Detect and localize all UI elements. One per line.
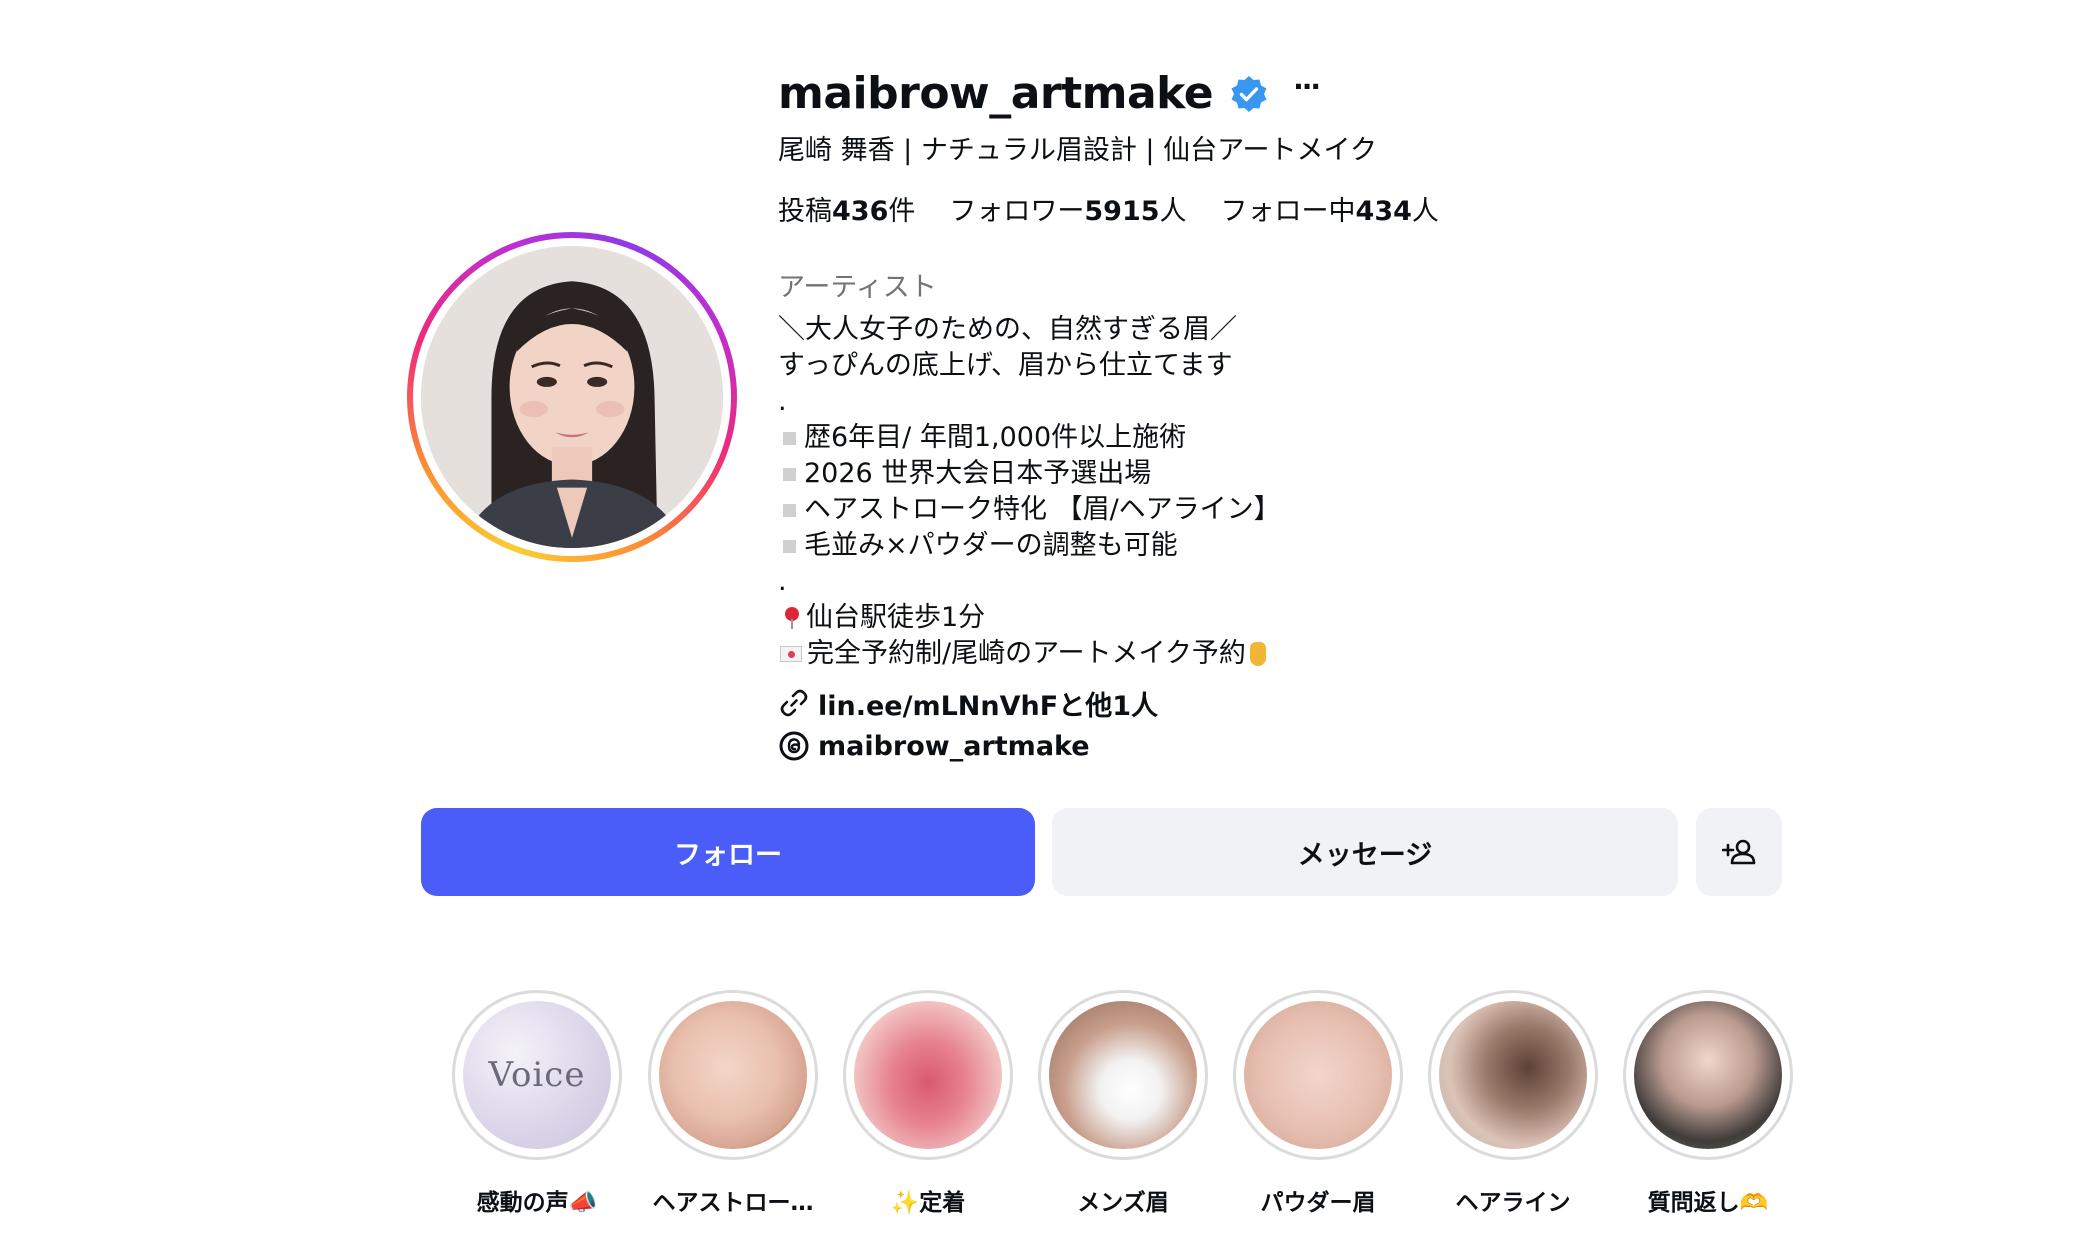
profile-avatar[interactable]: [407, 232, 737, 562]
highlight-cover: Voice: [463, 1001, 611, 1149]
highlight-ring: [1428, 990, 1598, 1160]
highlight-ring: Voice: [452, 990, 622, 1160]
square-bullet-icon: [783, 539, 796, 553]
highlight-cover: [1244, 1001, 1392, 1149]
love-letter-icon: [780, 646, 802, 662]
follow-button[interactable]: フォロー: [421, 808, 1035, 896]
highlight-label: ✨定着: [890, 1190, 966, 1216]
avatar-portrait-icon: [421, 246, 723, 548]
highlight-item[interactable]: パウダー眉: [1233, 990, 1403, 1218]
highlight-cover: [659, 1001, 807, 1149]
website-link-text[interactable]: lin.ee/mLNnVhFと他1人: [818, 684, 1158, 723]
highlight-item[interactable]: メンズ眉: [1038, 990, 1208, 1218]
bio-bullet: 2026 世界大会日本予選出場: [778, 456, 1281, 492]
highlight-cover-text: Voice: [488, 1055, 586, 1095]
posts-stat: 投稿436件: [778, 194, 915, 230]
square-bullet-icon: [783, 467, 796, 481]
message-button[interactable]: メッセージ: [1052, 808, 1678, 896]
bio-bullet: 歴6年目/ 年間1,000件以上施術: [778, 420, 1281, 456]
highlight-label: 感動の声📣: [476, 1190, 598, 1216]
highlight-cover: [1439, 1001, 1587, 1149]
bio-bullet-text: ヘアストローク特化 【眉/ヘアライン】: [804, 494, 1281, 525]
following-label: フォロー中: [1220, 196, 1356, 227]
followers-unit: 人: [1159, 196, 1187, 227]
bio-booking-text: 完全予約制/尾崎のアートメイク予約: [807, 638, 1246, 669]
suggested-accounts-button[interactable]: [1696, 808, 1782, 896]
posts-count: 436: [832, 196, 889, 227]
username-row: maibrow_artmake ···: [778, 64, 1321, 124]
bio-bullet-text: 歴6年目/ 年間1,000件以上施術: [804, 422, 1187, 453]
posts-unit: 件: [888, 196, 916, 227]
bio-dot: .: [778, 386, 787, 417]
location-pin-icon: [784, 607, 800, 629]
bio-bullet-text: 2026 世界大会日本予選出場: [804, 458, 1152, 489]
highlight-cover: [1049, 1001, 1197, 1149]
pointing-down-icon: [1249, 642, 1266, 666]
bio-bullet-text: 毛並み×パウダーの調整も可能: [804, 530, 1178, 561]
bio-line: ＼大人女子のための、自然すぎる眉／: [778, 314, 1237, 345]
highlight-label: 質問返し🫶: [1647, 1190, 1769, 1216]
profile-stats: 投稿436件 フォロワー5915人 フォロー中434人: [778, 194, 1439, 230]
bio-line: すっぴんの底上げ、眉から仕立てます: [778, 350, 1233, 381]
more-options-icon[interactable]: ···: [1293, 73, 1321, 115]
profile-category: アーティスト: [778, 272, 937, 303]
highlight-item[interactable]: 質問返し🫶: [1623, 990, 1793, 1218]
following-stat[interactable]: フォロー中434人: [1221, 194, 1439, 230]
highlight-item[interactable]: Voice 感動の声📣: [452, 990, 622, 1218]
bio-booking: 完全予約制/尾崎のアートメイク予約: [778, 636, 1281, 672]
link-icon: [780, 689, 808, 717]
highlight-ring: [1038, 990, 1208, 1160]
threads-icon: [779, 731, 809, 761]
highlight-cover: [854, 1001, 1002, 1149]
verified-badge-icon: [1231, 76, 1267, 112]
following-count: 434: [1355, 196, 1412, 227]
bio-dot: .: [778, 566, 787, 597]
bio-location-text: 仙台駅徒歩1分: [806, 602, 986, 633]
highlight-item[interactable]: ヘアストロー…: [648, 990, 818, 1218]
highlight-ring: [843, 990, 1013, 1160]
highlight-label: ヘアライン: [1455, 1190, 1571, 1216]
bio-location: 仙台駅徒歩1分: [778, 600, 1281, 636]
highlight-ring: [1233, 990, 1403, 1160]
profile-bio: ＼大人女子のための、自然すぎる眉／ すっぴんの底上げ、眉から仕立てます . 歴6…: [778, 312, 1281, 672]
highlight-label: パウダー眉: [1260, 1190, 1376, 1216]
threads-link-text[interactable]: maibrow_artmake: [818, 731, 1090, 762]
following-unit: 人: [1411, 196, 1439, 227]
highlight-item[interactable]: ✨定着: [843, 990, 1013, 1218]
followers-label: フォロワー: [949, 196, 1085, 227]
highlight-cover: [1634, 1001, 1782, 1149]
highlight-label: メンズ眉: [1077, 1190, 1169, 1216]
highlight-item[interactable]: ヘアライン: [1428, 990, 1598, 1218]
bio-bullet: 毛並み×パウダーの調整も可能: [778, 528, 1281, 564]
highlight-ring: [648, 990, 818, 1160]
posts-label: 投稿: [778, 196, 832, 227]
bio-bullet: ヘアストローク特化 【眉/ヘアライン】: [778, 492, 1281, 528]
profile-page: maibrow_artmake ··· 尾崎 舞香 | ナチュラル眉設計 | 仙…: [0, 0, 2088, 1248]
followers-count: 5915: [1084, 196, 1160, 227]
highlight-label: ヘアストロー…: [652, 1190, 814, 1216]
add-person-icon: [1722, 839, 1756, 865]
followers-stat[interactable]: フォロワー5915人: [949, 194, 1186, 230]
square-bullet-icon: [783, 431, 796, 445]
avatar-photo: [421, 246, 723, 548]
square-bullet-icon: [783, 503, 796, 517]
full-name: 尾崎 舞香 | ナチュラル眉設計 | 仙台アートメイク: [778, 135, 1377, 166]
website-link[interactable]: lin.ee/mLNnVhFと他1人: [778, 683, 1158, 723]
username: maibrow_artmake: [778, 68, 1214, 119]
highlight-ring: [1623, 990, 1793, 1160]
threads-link[interactable]: maibrow_artmake: [778, 726, 1090, 766]
